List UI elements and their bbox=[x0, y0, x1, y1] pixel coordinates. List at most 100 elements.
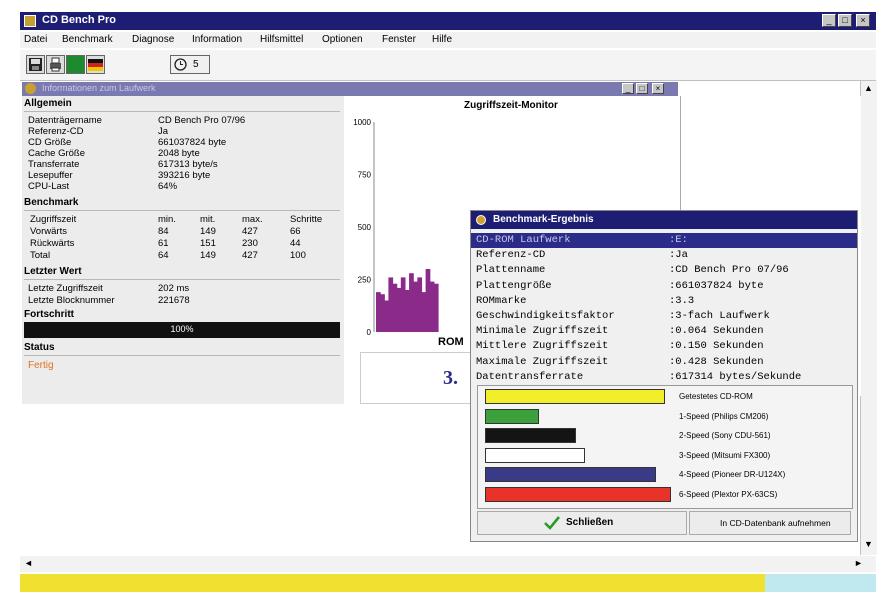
scroll-up-icon[interactable]: ▲ bbox=[864, 83, 873, 93]
app-titlebar: CD Bench Pro _ □ × bbox=[20, 12, 876, 30]
horizontal-scrollbar[interactable]: ◄ ► bbox=[20, 556, 876, 572]
status-text: Fertig bbox=[28, 360, 54, 371]
progress-track: 100% bbox=[24, 322, 340, 338]
result-value: :661037824 byte bbox=[669, 279, 764, 292]
monitor-bar bbox=[380, 294, 385, 332]
german-flag-icon[interactable] bbox=[86, 55, 105, 74]
toolbar: 5 bbox=[20, 50, 876, 81]
y-tick-label: 1000 bbox=[353, 118, 371, 127]
close-dialog-button[interactable]: Schließen bbox=[477, 511, 687, 535]
result-row[interactable]: Mittlere Zugriffszeit:0.150 Sekunden bbox=[471, 339, 857, 354]
result-value: :3.3 bbox=[669, 294, 695, 307]
vertical-scrollbar[interactable]: ▲ ▼ bbox=[860, 81, 877, 555]
menu-datei[interactable]: Datei bbox=[24, 34, 47, 45]
monitor-bar bbox=[388, 277, 394, 332]
menu-bar: Datei Benchmark Diagnose Information Hil… bbox=[20, 32, 876, 48]
menu-hilfe[interactable]: Hilfe bbox=[432, 34, 452, 45]
monitor-bar bbox=[429, 281, 435, 332]
green-flag-icon[interactable] bbox=[66, 55, 85, 74]
result-row[interactable]: Maximale Zugriffszeit :0.428 Sekunden bbox=[471, 355, 857, 370]
menu-diagnose[interactable]: Diagnose bbox=[132, 34, 174, 45]
result-row[interactable]: Plattengröße:661037824 byte bbox=[471, 279, 857, 294]
result-value: :3-fach Laufwerk bbox=[669, 310, 770, 322]
monitor-bar bbox=[384, 300, 389, 332]
result-key: Plattenname bbox=[476, 264, 546, 277]
menu-hilfsmittel[interactable]: Hilfsmittel bbox=[260, 34, 303, 45]
monitor-footer: ROM bbox=[438, 336, 464, 348]
comparison-bar bbox=[485, 389, 666, 404]
print-icon[interactable] bbox=[46, 55, 65, 74]
monitor-bar bbox=[433, 283, 439, 332]
comparison-label: 4-Speed (Pioneer DR-U124X) bbox=[679, 470, 786, 479]
section-status: Status bbox=[24, 342, 55, 353]
y-tick-label: 750 bbox=[358, 171, 372, 180]
result-key: Maximale Zugriffszeit bbox=[476, 355, 609, 368]
comparison-label: 1-Speed (Philips CM206) bbox=[679, 411, 769, 421]
divider bbox=[24, 210, 340, 211]
dialog-title: Benchmark-Ergebnis bbox=[493, 214, 594, 225]
comparison-bar bbox=[485, 486, 671, 502]
menu-information[interactable]: Information bbox=[192, 34, 242, 45]
result-value: :Ja bbox=[669, 249, 688, 262]
result-row[interactable]: Plattenname:CD Bench Pro 07/96 bbox=[471, 263, 857, 278]
inner-minimize-button[interactable]: _ bbox=[622, 83, 634, 94]
counter-button[interactable]: 5 bbox=[170, 55, 210, 74]
scroll-right-icon[interactable]: ► bbox=[854, 558, 863, 568]
add-to-database-label: In CD-Datenbank aufnehmen bbox=[720, 518, 831, 528]
comparison-label: 3-Speed (Mitsumi FX300) bbox=[679, 450, 771, 460]
inner-close-button[interactable]: × bbox=[652, 83, 664, 94]
result-value: :0.428 Sekunden bbox=[669, 355, 764, 368]
dialog-icon bbox=[476, 215, 486, 225]
menu-fenster[interactable]: Fenster bbox=[382, 34, 416, 45]
result-row[interactable]: ROMmarke :3.3 bbox=[471, 294, 857, 309]
step-marker: 3. bbox=[443, 367, 458, 389]
close-button[interactable]: × bbox=[856, 14, 870, 27]
section-fortschritt: Fortschritt bbox=[24, 309, 74, 320]
divider bbox=[24, 111, 340, 112]
maximize-button[interactable]: □ bbox=[838, 14, 852, 27]
comparison-label: 6-Speed (Plextor PX-63CS) bbox=[679, 489, 778, 499]
minimize-button[interactable]: _ bbox=[822, 14, 836, 27]
menu-benchmark[interactable]: Benchmark bbox=[62, 34, 113, 45]
result-row[interactable]: Datentransferrate :617314 bytes/Sekunde bbox=[471, 370, 857, 385]
result-key: CD-ROM Laufwerk bbox=[476, 234, 571, 246]
result-key: Minimale Zugriffszeit bbox=[476, 325, 609, 338]
bottom-progress-track bbox=[20, 574, 876, 592]
dialog-titlebar: Benchmark-Ergebnis bbox=[471, 211, 857, 229]
result-key: Referenz-CD bbox=[476, 249, 546, 262]
section-allgemein: Allgemein bbox=[24, 98, 72, 109]
result-value: :617314 bytes/Sekunde bbox=[669, 370, 802, 383]
result-row[interactable]: CD-ROM Laufwerk :E: bbox=[471, 233, 857, 248]
result-key: ROMmarke bbox=[476, 294, 527, 307]
result-row[interactable]: Minimale Zugriffszeit:0.064 Sekunden bbox=[471, 324, 857, 339]
inner-window-title: Informationen zum Laufwerk bbox=[42, 83, 156, 93]
inner-window-titlebar: Informationen zum Laufwerk _ □ × bbox=[22, 82, 678, 96]
app-title: CD Bench Pro bbox=[42, 14, 116, 26]
section-letzter-wert: Letzter Wert bbox=[24, 266, 82, 277]
menu-optionen[interactable]: Optionen bbox=[322, 34, 363, 45]
comparison-label: 2-Speed (Sony CDU-561) bbox=[679, 431, 771, 440]
result-row[interactable]: Referenz-CD :Ja bbox=[471, 248, 857, 263]
inner-maximize-button[interactable]: □ bbox=[636, 83, 648, 94]
counter-value: 5 bbox=[193, 59, 199, 70]
inner-window-icon bbox=[25, 83, 36, 94]
y-tick-label: 0 bbox=[367, 328, 372, 337]
result-key: Datentransferrate bbox=[476, 370, 584, 383]
comparison-bar bbox=[485, 408, 539, 424]
monitor-bar bbox=[396, 287, 402, 332]
save-icon[interactable] bbox=[26, 55, 45, 74]
divider bbox=[24, 279, 340, 280]
add-to-database-button[interactable]: In CD-Datenbank aufnehmen bbox=[689, 511, 851, 535]
checkmark-icon bbox=[544, 516, 560, 530]
info-panel: Allgemein Datenträgername CD Bench Pro 07… bbox=[22, 96, 344, 404]
result-key: Geschwindigkeitsfaktor bbox=[476, 310, 615, 322]
scroll-left-icon[interactable]: ◄ bbox=[24, 558, 33, 568]
result-value: :E: bbox=[669, 234, 688, 246]
scroll-down-icon[interactable]: ▼ bbox=[864, 539, 873, 549]
close-dialog-label: Schließen bbox=[566, 517, 614, 528]
result-row[interactable]: Geschwindigkeitsfaktor :3-fach Laufwerk bbox=[471, 309, 857, 324]
monitor-bar bbox=[421, 292, 427, 332]
result-key: Mittlere Zugriffszeit bbox=[476, 340, 609, 353]
monitor-bar bbox=[400, 277, 406, 332]
monitor-bar bbox=[417, 277, 423, 332]
